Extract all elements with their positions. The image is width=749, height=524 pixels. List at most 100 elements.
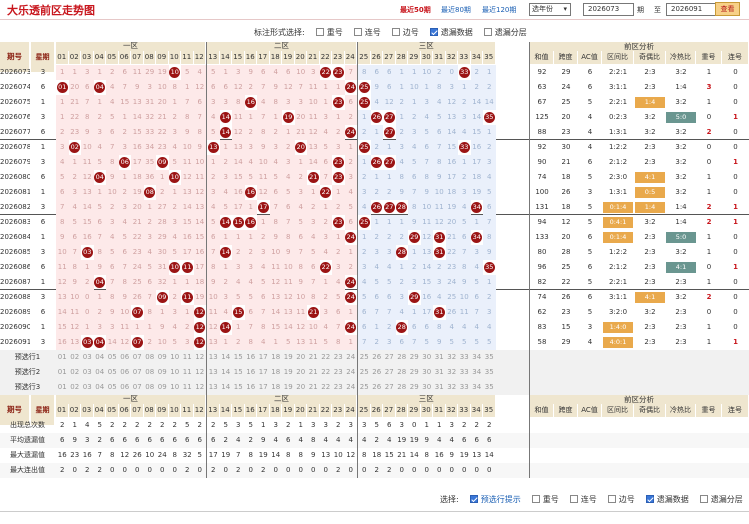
bottom-option-4[interactable]: 遗漏数据 — [635, 494, 689, 505]
end-issue-input[interactable]: 2026091 — [666, 3, 717, 16]
prediction-cell[interactable]: 34 — [471, 380, 484, 395]
prediction-cell[interactable]: 07 — [131, 380, 144, 395]
prediction-cell[interactable]: 24 — [345, 380, 358, 395]
bottom-option-2[interactable]: 连号 — [559, 494, 597, 505]
prediction-cell[interactable]: 11 — [181, 380, 194, 395]
prediction-cell[interactable]: 35 — [483, 365, 496, 380]
checkbox-icon[interactable] — [469, 495, 478, 503]
prediction-cell[interactable]: 15 — [232, 350, 245, 365]
prediction-cell[interactable]: 10 — [169, 380, 182, 395]
prediction-cell[interactable]: 09 — [156, 350, 169, 365]
checkbox-icon[interactable] — [353, 28, 362, 36]
checkbox-icon[interactable] — [483, 28, 492, 36]
prediction-cell[interactable]: 12 — [194, 380, 207, 395]
prediction-cell[interactable]: 22 — [320, 365, 333, 380]
checkbox-icon[interactable] — [699, 495, 708, 503]
checkbox-icon[interactable] — [645, 495, 654, 503]
prediction-cell[interactable]: 22 — [320, 380, 333, 395]
prediction-cell[interactable]: 01 — [56, 380, 69, 395]
prediction-cell[interactable]: 18 — [270, 350, 283, 365]
prediction-cell[interactable]: 18 — [270, 380, 283, 395]
prediction-cell[interactable]: 30 — [421, 380, 434, 395]
prediction-cell[interactable]: 29 — [408, 365, 421, 380]
prediction-cell[interactable]: 25 — [358, 350, 371, 365]
prediction-cell[interactable]: 14 — [220, 350, 233, 365]
prediction-cell[interactable]: 24 — [345, 365, 358, 380]
prediction-cell[interactable]: 31 — [433, 350, 446, 365]
prediction-cell[interactable]: 33 — [458, 365, 471, 380]
prediction-cell[interactable]: 17 — [257, 380, 270, 395]
mark-option-3[interactable]: 遗漏数据 — [419, 27, 473, 38]
prediction-cell[interactable]: 19 — [282, 350, 295, 365]
mark-option-2[interactable]: 边号 — [381, 27, 419, 38]
prediction-cell[interactable]: 11 — [181, 365, 194, 380]
prediction-cell[interactable]: 21 — [307, 365, 320, 380]
prediction-cell[interactable]: 20 — [295, 365, 308, 380]
prediction-cell[interactable]: 21 — [307, 380, 320, 395]
prediction-cell[interactable]: 02 — [69, 350, 82, 365]
prediction-cell[interactable]: 28 — [396, 350, 409, 365]
prediction-cell[interactable]: 31 — [433, 380, 446, 395]
prediction-cell[interactable]: 34 — [471, 350, 484, 365]
prediction-cell[interactable]: 34 — [471, 365, 484, 380]
bottom-option-0[interactable]: 预选行提示 — [459, 494, 521, 505]
recent-120-link[interactable]: 最近120期 — [482, 5, 516, 15]
prediction-cell[interactable]: 01 — [56, 365, 69, 380]
prediction-cell[interactable]: 04 — [94, 350, 107, 365]
prediction-cell[interactable]: 18 — [270, 365, 283, 380]
prediction-cell[interactable]: 27 — [383, 380, 396, 395]
prediction-cell[interactable]: 14 — [220, 380, 233, 395]
prediction-cell[interactable]: 06 — [119, 350, 132, 365]
prediction-cell[interactable]: 16 — [245, 350, 258, 365]
bottom-option-3[interactable]: 边号 — [597, 494, 635, 505]
prediction-cell[interactable]: 08 — [144, 365, 157, 380]
prediction-cell[interactable]: 30 — [421, 350, 434, 365]
mark-option-1[interactable]: 连号 — [343, 27, 381, 38]
prediction-cell[interactable]: 27 — [383, 350, 396, 365]
prediction-cell[interactable]: 33 — [458, 380, 471, 395]
prediction-cell[interactable]: 19 — [282, 365, 295, 380]
prediction-cell[interactable]: 02 — [69, 365, 82, 380]
prediction-cell[interactable]: 24 — [345, 350, 358, 365]
prediction-cell[interactable]: 15 — [232, 365, 245, 380]
prediction-cell[interactable]: 05 — [106, 365, 119, 380]
prediction-cell[interactable]: 08 — [144, 380, 157, 395]
prediction-cell[interactable]: 15 — [232, 380, 245, 395]
prediction-cell[interactable]: 25 — [358, 380, 371, 395]
prediction-cell[interactable]: 07 — [131, 350, 144, 365]
prediction-cell[interactable]: 08 — [144, 350, 157, 365]
prediction-cell[interactable]: 09 — [156, 365, 169, 380]
prediction-cell[interactable]: 17 — [257, 350, 270, 365]
prediction-cell[interactable]: 06 — [119, 365, 132, 380]
prediction-cell[interactable]: 25 — [358, 365, 371, 380]
prediction-cell[interactable]: 10 — [169, 350, 182, 365]
prediction-cell[interactable]: 06 — [119, 380, 132, 395]
prediction-cell[interactable]: 12 — [194, 350, 207, 365]
prediction-cell[interactable]: 16 — [245, 380, 258, 395]
checkbox-icon[interactable] — [531, 495, 540, 503]
prediction-cell[interactable]: 09 — [156, 380, 169, 395]
prediction-cell[interactable]: 11 — [181, 350, 194, 365]
prediction-cell[interactable]: 23 — [332, 380, 345, 395]
prediction-cell[interactable]: 26 — [371, 365, 384, 380]
mark-option-0[interactable]: 重号 — [305, 27, 343, 38]
prediction-cell[interactable]: 03 — [81, 380, 94, 395]
prediction-cell[interactable]: 27 — [383, 365, 396, 380]
prediction-cell[interactable]: 28 — [396, 365, 409, 380]
prediction-cell[interactable]: 21 — [307, 350, 320, 365]
prediction-cell[interactable]: 26 — [371, 380, 384, 395]
prediction-cell[interactable]: 03 — [81, 350, 94, 365]
prediction-cell[interactable]: 05 — [106, 380, 119, 395]
bottom-option-5[interactable]: 遗漏分层 — [689, 494, 743, 505]
prediction-cell[interactable]: 07 — [131, 365, 144, 380]
prediction-cell[interactable]: 14 — [220, 365, 233, 380]
prediction-cell[interactable]: 33 — [458, 350, 471, 365]
prediction-cell[interactable]: 17 — [257, 365, 270, 380]
prediction-cell[interactable]: 04 — [94, 380, 107, 395]
prediction-cell[interactable]: 30 — [421, 365, 434, 380]
start-issue-input[interactable]: 2026073 — [583, 3, 634, 16]
prediction-cell[interactable]: 23 — [332, 365, 345, 380]
prediction-cell[interactable]: 26 — [371, 350, 384, 365]
prediction-cell[interactable]: 12 — [194, 365, 207, 380]
prediction-cell[interactable]: 35 — [483, 380, 496, 395]
